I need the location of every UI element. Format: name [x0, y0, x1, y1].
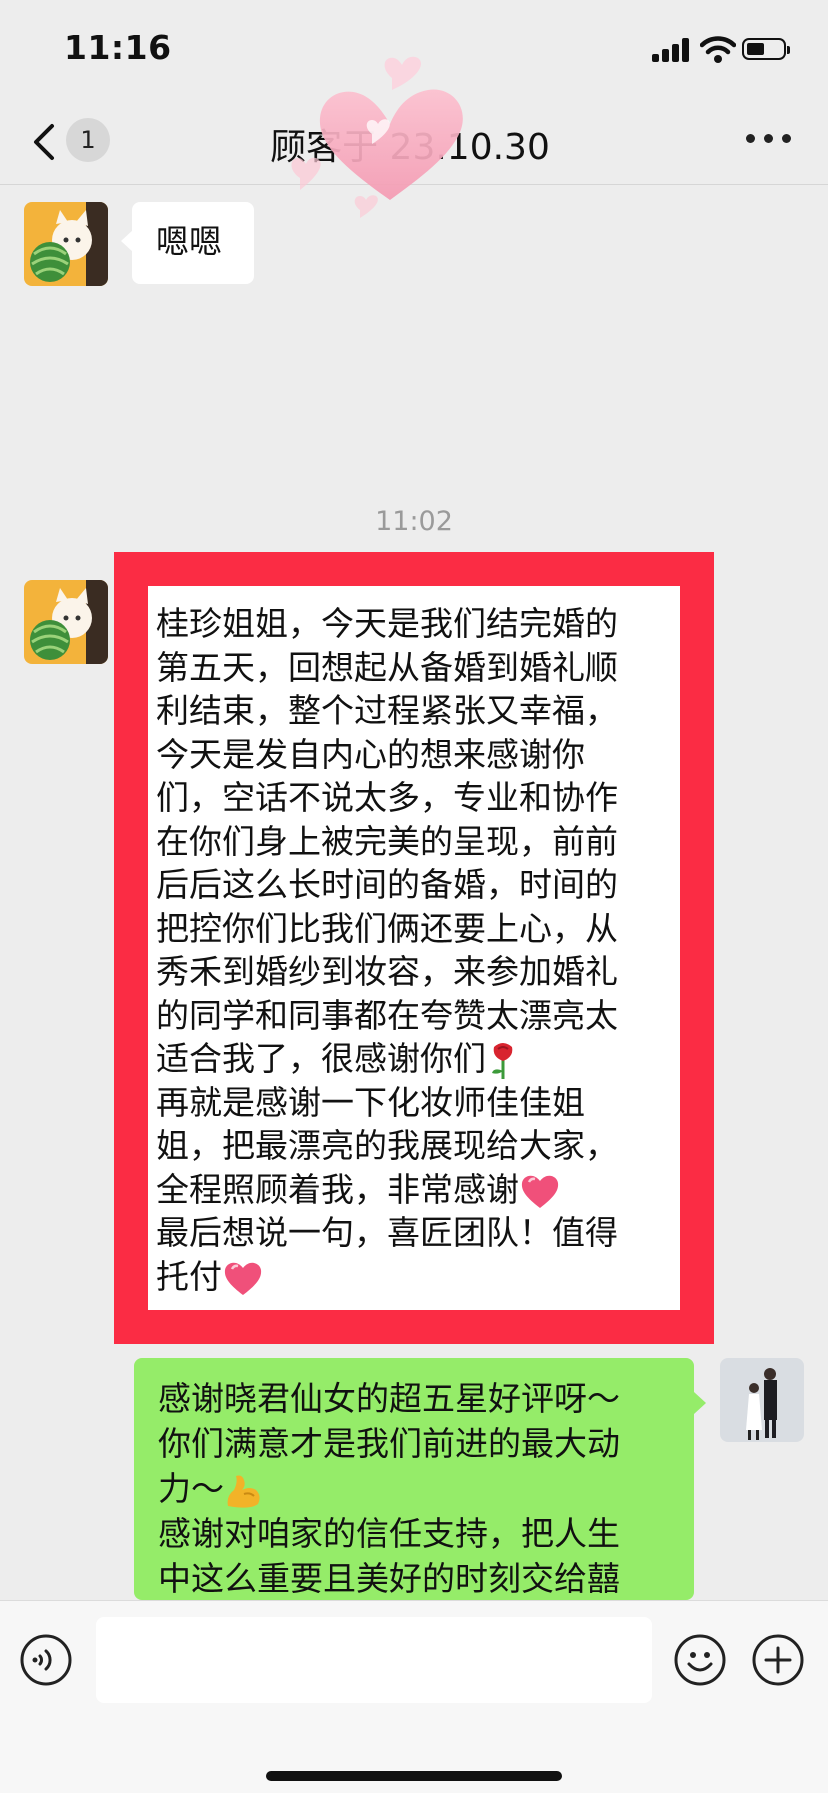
message-text: 嗯嗯: [156, 222, 222, 261]
cat-avatar-icon: [24, 580, 108, 664]
message-line: 第五天，回想起从备婚到婚礼顺: [156, 647, 618, 687]
message-line: 姐，把最漂亮的我展现给大家，: [156, 1126, 618, 1165]
message-line: 在你们身上被完美的呈现，前前: [156, 821, 618, 861]
message-line: 中这么重要且美好的时刻交给囍: [158, 1559, 620, 1598]
status-time: 11:16: [64, 28, 172, 67]
message-text: 桂珍姐姐，今天是我们结完婚的 第五天，回想起从备婚到婚礼顺 利结束，整个过程紧张…: [156, 602, 676, 1298]
input-bar: [0, 1600, 828, 1793]
contact-avatar[interactable]: [24, 202, 108, 286]
message-line: 你们满意才是我们前进的最大动: [158, 1424, 620, 1463]
cat-avatar-icon: [24, 202, 108, 286]
message-line: 全程照顾着我，非常感谢: [156, 1169, 519, 1209]
couple-photo-avatar-icon: [720, 1358, 804, 1442]
voice-input-icon[interactable]: [20, 1634, 72, 1686]
message-line: 秀禾到婚纱到妆容，来参加婚礼: [156, 952, 618, 991]
message-input[interactable]: [96, 1617, 652, 1703]
message-line: 把控你们比我们俩还要上心，从: [156, 908, 618, 948]
message-line: 今天是发自内心的想来感谢你: [156, 734, 585, 774]
more-options-icon[interactable]: [746, 134, 792, 144]
message-line: 桂珍姐姐，今天是我们结完婚的: [156, 604, 618, 643]
emoji-picker-icon[interactable]: [674, 1634, 726, 1686]
message-line: 的同学和同事都在夸赞太漂亮太: [156, 995, 618, 1035]
message-timestamp: 11:02: [375, 506, 453, 537]
message-line: 最后想说一句，喜匠团队！值得: [156, 1213, 618, 1252]
cellular-signal-icon: [652, 38, 692, 62]
unread-count-badge[interactable]: 1: [66, 118, 110, 162]
more-functions-plus-icon[interactable]: [752, 1634, 804, 1686]
message-line: 再就是感谢一下化妆师佳佳姐: [156, 1082, 585, 1122]
message-line: 们，空话不说太多，专业和协作: [156, 778, 618, 817]
bubble-tail: [694, 1392, 706, 1414]
heart-emoji-icon: [224, 1262, 262, 1295]
home-indicator: [266, 1771, 562, 1781]
message-line: 适合我了，很感谢你们: [156, 1039, 486, 1078]
status-bar: 11:16: [0, 0, 828, 100]
message-bubble[interactable]: 感谢晓君仙女的超五星好评呀～ 你们满意才是我们前进的最大动 力～ 感谢对咱家的信…: [134, 1358, 694, 1600]
message-line: 后后这么长时间的备婚，时间的: [156, 865, 618, 904]
contact-avatar[interactable]: [24, 580, 108, 664]
flexed-biceps-emoji-icon: [227, 1475, 260, 1508]
rose-emoji-icon: [492, 1042, 513, 1079]
message-line: 感谢晓君仙女的超五星好评呀～: [158, 1379, 620, 1418]
back-chevron-icon[interactable]: [26, 120, 62, 164]
battery-icon: [742, 38, 790, 60]
message-line: 感谢对咱家的信任支持，把人生: [158, 1514, 620, 1553]
chat-title: 顾客于 23.10.30: [270, 127, 550, 168]
message-bubble[interactable]: 桂珍姐姐，今天是我们结完婚的 第五天，回想起从备婚到婚礼顺 利结束，整个过程紧张…: [148, 586, 680, 1310]
message-bubble[interactable]: 嗯嗯: [121, 202, 254, 284]
heart-emoji-icon: [521, 1175, 559, 1208]
user-avatar[interactable]: [720, 1358, 804, 1442]
message-line: 利结束，整个过程紧张又幸福，: [156, 691, 618, 730]
message-text: 感谢晓君仙女的超五星好评呀～ 你们满意才是我们前进的最大动 力～ 感谢对咱家的信…: [158, 1376, 688, 1600]
message-line: 托付: [156, 1256, 222, 1296]
message-line: 力～: [158, 1469, 224, 1508]
wifi-icon: [700, 36, 736, 63]
